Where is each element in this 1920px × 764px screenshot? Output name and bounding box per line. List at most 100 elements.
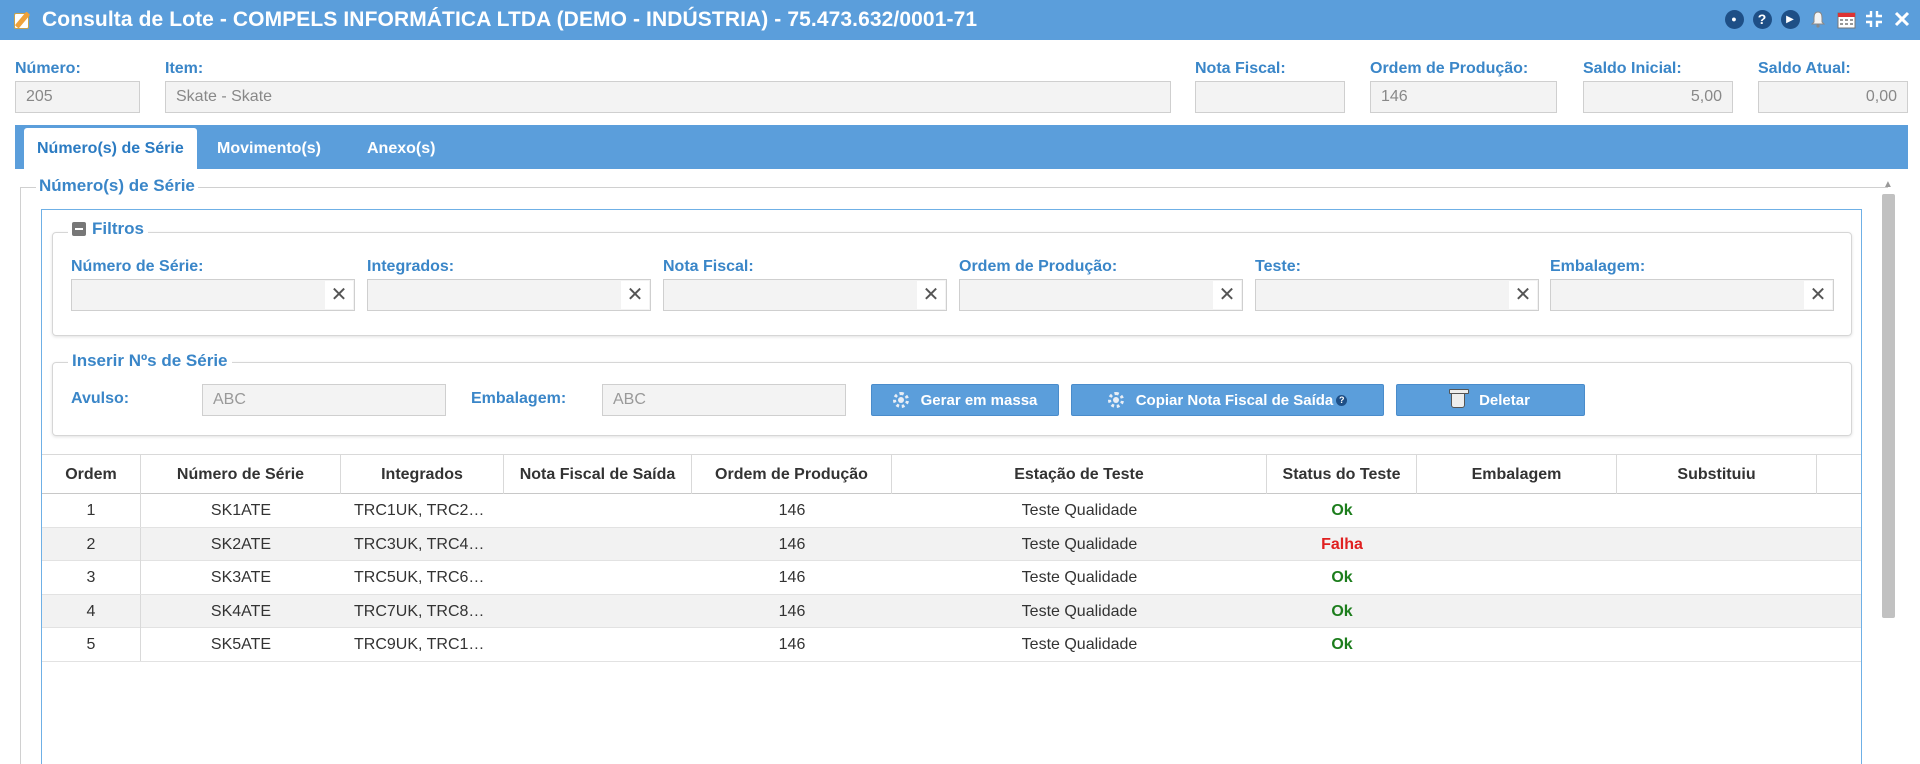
filter-teste-label: Teste: <box>1255 258 1301 275</box>
item-label: Item: <box>165 60 204 77</box>
saldo-atual-field[interactable]: 0,00 <box>1758 81 1908 113</box>
section-title: Número(s) de Série <box>36 176 198 196</box>
cell-ordem-producao: 146 <box>778 602 806 620</box>
filters-title: Filtros <box>92 219 144 238</box>
column-header-embalagem[interactable]: Embalagem <box>1417 455 1617 494</box>
calendar-icon[interactable] <box>1836 9 1856 29</box>
insert-embalagem-input[interactable]: ABC <box>602 384 846 416</box>
cell-substituiu <box>1617 561 1817 594</box>
deletar-label: Deletar <box>1479 391 1530 409</box>
column-header-numero-serie[interactable]: Número de Série <box>141 455 341 494</box>
tab-anexos[interactable]: Anexo(s) <box>354 128 448 169</box>
window-titlebar: Consulta de Lote - COMPELS INFORMÁTICA L… <box>0 0 1920 40</box>
saldo-inicial-field-group: Saldo Inicial: 5,00 <box>1583 57 1733 113</box>
cell-status-teste: Ok <box>1331 636 1353 653</box>
filters-legend[interactable]: Filtros <box>68 219 148 239</box>
filter-embalagem-input[interactable]: ✕ <box>1550 279 1834 311</box>
cell-integrados: TRC3UK, TRC4… <box>354 535 485 553</box>
cell-status-teste: Ok <box>1331 602 1353 620</box>
clear-icon[interactable]: ✕ <box>325 281 353 309</box>
tab-bar: Número(s) de Série Movimento(s) Anexo(s) <box>15 125 1908 169</box>
cell-nf-saida <box>504 528 692 561</box>
cell-ordem: 3 <box>42 561 141 594</box>
cell-substituiu <box>1617 595 1817 628</box>
cell-numero-serie: SK4ATE <box>210 602 272 620</box>
avulso-input[interactable]: ABC <box>202 384 446 416</box>
ordem-producao-field[interactable]: 146 <box>1370 81 1557 113</box>
cell-embalagem <box>1417 561 1617 594</box>
section-border-top <box>20 187 1888 188</box>
filter-integrados-input[interactable]: ✕ <box>367 279 651 311</box>
clear-icon[interactable]: ✕ <box>917 281 945 309</box>
table-row[interactable]: 3 SK3ATE TRC5UK, TRC6… 146 Teste Qualida… <box>42 561 1861 595</box>
close-icon[interactable] <box>1892 9 1912 29</box>
filter-numero-serie-input[interactable]: ✕ <box>71 279 355 311</box>
scroll-up-arrow-icon[interactable]: ▲ <box>1881 177 1895 193</box>
table-row[interactable]: 2 SK2ATE TRC3UK, TRC4… 146 Teste Qualida… <box>42 527 1861 561</box>
cell-ordem-producao: 146 <box>778 569 806 586</box>
scrollbar-thumb[interactable] <box>1882 194 1895 618</box>
cell-nf-saida <box>504 494 692 527</box>
record-icon[interactable]: ● <box>1724 9 1744 29</box>
clear-icon[interactable]: ✕ <box>621 281 649 309</box>
column-header-ordem[interactable]: Ordem <box>42 455 141 494</box>
cell-estacao-teste: Teste Qualidade <box>1021 636 1138 653</box>
cell-ordem: 5 <box>42 628 141 661</box>
help-icon[interactable]: ? <box>1336 394 1348 406</box>
filter-ordem-producao-label: Ordem de Produção: <box>959 258 1118 275</box>
deletar-button[interactable]: Deletar <box>1396 384 1585 416</box>
cell-ordem: 4 <box>42 594 141 628</box>
cell-nf-saida <box>504 628 692 661</box>
cell-embalagem <box>1417 528 1617 561</box>
cell-numero-serie: SK2ATE <box>210 535 272 553</box>
column-header-estacao-teste[interactable]: Estação de Teste <box>892 455 1267 494</box>
cell-numero-serie: SK3ATE <box>210 569 272 586</box>
column-header-integrados[interactable]: Integrados <box>341 455 504 494</box>
help-icon[interactable]: ? <box>1752 9 1772 29</box>
item-field[interactable]: Skate - Skate <box>165 81 1171 113</box>
numero-field[interactable]: 205 <box>15 81 140 113</box>
tab-movimentos[interactable]: Movimento(s) <box>204 128 334 169</box>
table-row[interactable]: 4 SK4ATE TRC7UK, TRC8… 146 Teste Qualida… <box>42 594 1861 628</box>
table-row[interactable]: 5 SK5ATE TRC9UK, TRC1… 146 Teste Qualida… <box>42 628 1861 662</box>
cell-nf-saida <box>504 561 692 594</box>
cell-estacao-teste: Teste Qualidade <box>1021 602 1138 620</box>
cell-numero-serie: SK1ATE <box>210 502 272 519</box>
filter-nota-fiscal-input[interactable]: ✕ <box>663 279 947 311</box>
compress-icon[interactable] <box>1864 9 1884 29</box>
clear-icon[interactable]: ✕ <box>1213 281 1241 309</box>
clear-icon[interactable]: ✕ <box>1509 281 1537 309</box>
filter-ordem-producao-input[interactable]: ✕ <box>959 279 1243 311</box>
numero-field-group: Número: 205 <box>15 57 140 113</box>
cell-ordem: 1 <box>42 494 141 527</box>
cell-integrados: TRC5UK, TRC6… <box>354 569 485 586</box>
bell-icon[interactable] <box>1808 9 1828 29</box>
column-header-status-teste[interactable]: Status do Teste <box>1267 455 1417 494</box>
filter-teste-input[interactable]: ✕ <box>1255 279 1539 311</box>
numero-label: Número: <box>15 60 81 77</box>
nota-fiscal-field-group: Nota Fiscal: <box>1195 57 1345 113</box>
nota-fiscal-field[interactable] <box>1195 81 1345 113</box>
column-header-ordem-producao[interactable]: Ordem de Produção <box>692 455 892 494</box>
cell-integrados: TRC7UK, TRC8… <box>354 602 485 620</box>
saldo-inicial-field[interactable]: 5,00 <box>1583 81 1733 113</box>
column-header-nf-saida[interactable]: Nota Fiscal de Saída <box>504 455 692 494</box>
cell-ordem-producao: 146 <box>778 502 806 519</box>
copiar-nota-fiscal-button[interactable]: Copiar Nota Fiscal de Saída ? <box>1071 384 1384 416</box>
gerar-em-massa-button[interactable]: Gerar em massa <box>871 384 1059 416</box>
cell-numero-serie: SK5ATE <box>210 636 272 653</box>
edit-note-icon <box>14 11 32 29</box>
table-row[interactable]: 1 SK1ATE TRC1UK, TRC2… 146 Teste Qualida… <box>42 494 1861 528</box>
cell-estacao-teste: Teste Qualidade <box>1021 502 1138 519</box>
tab-numeros-de-serie[interactable]: Número(s) de Série <box>24 128 197 169</box>
collapse-icon[interactable] <box>72 222 86 236</box>
cell-integrados: TRC1UK, TRC2… <box>354 502 485 519</box>
column-header-substituiu[interactable]: Substituiu <box>1617 455 1817 494</box>
clear-icon[interactable]: ✕ <box>1804 281 1832 309</box>
nota-fiscal-label: Nota Fiscal: <box>1195 60 1286 77</box>
gear-icon <box>892 392 909 408</box>
copiar-nota-fiscal-label: Copiar Nota Fiscal de Saída <box>1135 391 1334 409</box>
filter-integrados-label: Integrados: <box>367 258 455 275</box>
play-icon[interactable]: ▶ <box>1780 9 1800 29</box>
filter-embalagem: Embalagem: ✕ <box>1550 255 1834 311</box>
